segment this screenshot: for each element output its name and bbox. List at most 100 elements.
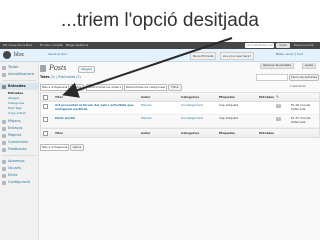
- table-footer: Títol Autor Categories Etiquetes Entrade…: [41, 128, 319, 137]
- search-posts-input[interactable]: [256, 74, 288, 81]
- post-author[interactable]: Mecxel: [141, 103, 151, 108]
- visit-site-link[interactable]: Veure el bloc: [48, 52, 67, 56]
- date-filter-value: Mostra totes les dates: [88, 85, 120, 89]
- new-post-menu[interactable]: Nova Entrada: [190, 52, 217, 60]
- links-icon: [2, 126, 6, 131]
- table-row: Hello world! Mecxel Uncategorized Cap et…: [41, 115, 319, 128]
- chevron-down-icon: ▾: [65, 146, 67, 149]
- sidebar-item-label: Entrades: [8, 84, 26, 88]
- pages-icon: [2, 133, 6, 138]
- sidebar-item-pages[interactable]: Pàgines: [0, 132, 38, 139]
- post-category[interactable]: Uncategorized: [181, 103, 203, 108]
- post-author[interactable]: Mecxel: [141, 116, 151, 121]
- help-tab[interactable]: Ajuda: [302, 63, 316, 69]
- column-entries[interactable]: Entrades: [259, 93, 274, 101]
- sidebar-item-feedbacks[interactable]: Feedbacks: [0, 146, 38, 153]
- posts-table: Títol Autor Categories Etiquetes Entrade…: [40, 92, 320, 138]
- column-tags: Etiquetes: [219, 95, 236, 99]
- sidebar-item-label: Configuració: [8, 180, 31, 184]
- admin-bar-item-my-blogs[interactable]: Els meus blocs: [3, 42, 25, 49]
- admin-search-input[interactable]: Cerca WordPress.com: [245, 43, 274, 48]
- sidebar-item-media[interactable]: Mitjans: [0, 118, 38, 125]
- site-name[interactable]: bloc: [14, 49, 24, 61]
- logout-link[interactable]: Surt: [297, 52, 303, 56]
- comment-bubble-icon: ✎: [276, 95, 279, 99]
- apply-button-bottom[interactable]: Aplica: [70, 144, 84, 151]
- users-icon: [2, 166, 6, 171]
- comment-count-badge[interactable]: 0: [276, 104, 281, 108]
- chevron-down-icon: ▾: [119, 86, 121, 89]
- post-category[interactable]: Uncategorized: [181, 116, 203, 121]
- admin-search-button[interactable]: Cerca: [276, 43, 290, 48]
- date-filter-select[interactable]: Mostra totes les dates ▾: [86, 84, 123, 91]
- wordpress-logo-icon: [3, 51, 11, 59]
- post-title-link[interactable]: Art presentat al fòrum del saló i activi…: [55, 103, 137, 111]
- sidebar-item-users[interactable]: Usuaris: [0, 165, 38, 172]
- status-filters: Totes (2) | Publicades (2): [40, 75, 81, 79]
- apply-button[interactable]: Aplica: [70, 84, 84, 91]
- column-entries-footer[interactable]: Entrades: [259, 129, 274, 137]
- post-tags: Cap etiqueta: [219, 103, 239, 107]
- column-title[interactable]: Títol: [55, 93, 63, 101]
- submenu-copy-post[interactable]: Copy a Post: [8, 111, 26, 116]
- page-title: Posts: [49, 63, 67, 72]
- table-row: Art presentat al fòrum del saló i activi…: [41, 102, 319, 115]
- column-author-footer: Autor: [141, 131, 151, 135]
- search-posts-button[interactable]: Cerca les entrades: [289, 74, 319, 81]
- admin-bar-item-blog[interactable]: Bloc: [26, 42, 32, 49]
- sidebar-item-label: Tauler: [8, 65, 19, 69]
- comments-icon: [2, 140, 6, 145]
- sidebar-item-label: Actualitzacions: [8, 72, 35, 76]
- bulk-actions-select[interactable]: Més a la Paperera ▾: [40, 84, 69, 91]
- tools-icon: [2, 173, 6, 178]
- filter-button[interactable]: Filtra: [168, 84, 182, 91]
- column-title-footer[interactable]: Títol: [55, 129, 63, 137]
- slide-caption: ...triem l'opció desitjada: [61, 10, 259, 31]
- category-filter-value: Mostra totes les categories: [126, 85, 164, 89]
- sidebar-item-links[interactable]: Enllaços: [0, 125, 38, 132]
- sidebar-item-tools[interactable]: Eines: [0, 172, 38, 179]
- wordpress-screen: Els meus blocs Bloc El meu compte Blogs …: [0, 42, 320, 240]
- post-status: Publicada: [291, 107, 306, 111]
- row-checkbox[interactable]: [43, 104, 48, 109]
- appearance-icon: [2, 159, 6, 164]
- select-all-checkbox-footer[interactable]: [43, 131, 48, 136]
- posts-icon: [2, 84, 6, 89]
- sidebar-item-label: Enllaços: [8, 126, 23, 130]
- sidebar-item-updates[interactable]: Actualitzacions: [0, 71, 38, 78]
- help-menu[interactable]: Are you new here?: [220, 52, 254, 60]
- column-categories: Categories: [181, 95, 200, 99]
- admin-bar-item-random[interactable]: Blogs aleatoris: [66, 42, 88, 49]
- admin-sidebar: Tauler Actualitzacions Entrades Entrades…: [0, 62, 39, 240]
- sidebar-item-dashboard[interactable]: Tauler: [0, 64, 38, 71]
- admin-bar-item-account[interactable]: El meu compte: [40, 42, 63, 49]
- screen-options-tab[interactable]: Opcions de pantalla: [260, 63, 294, 69]
- sidebar-item-settings[interactable]: Configuració: [0, 179, 38, 186]
- dashboard-icon: [2, 65, 6, 70]
- filter-all-count: (2): [50, 75, 56, 79]
- filter-published[interactable]: Publicades: [58, 75, 75, 79]
- sidebar-item-appearance[interactable]: Aparença: [0, 158, 38, 165]
- category-filter-select[interactable]: Mostra totes les categories ▾: [124, 84, 167, 91]
- posts-page-icon: [40, 65, 46, 72]
- bulk-actions-select-bottom[interactable]: Més a la Paperera ▾: [40, 144, 69, 151]
- comment-count-badge[interactable]: 1: [276, 117, 281, 121]
- table-header: Títol Autor Categories Etiquetes Entrade…: [41, 93, 319, 102]
- sidebar-item-comments[interactable]: Comentaris: [0, 139, 38, 146]
- sidebar-item-label: Pàgines: [8, 133, 22, 137]
- howdy-text: Hola, usuari | Surt: [276, 52, 304, 56]
- post-title-link[interactable]: Hello world!: [55, 116, 137, 121]
- sidebar-item-label: Aparença: [8, 159, 25, 163]
- admin-logout-link[interactable]: Desconnecta: [294, 42, 314, 49]
- row-checkbox[interactable]: [43, 117, 48, 122]
- sidebar-item-label: Usuaris: [8, 166, 21, 170]
- select-all-checkbox[interactable]: [43, 95, 48, 100]
- bulk-actions-value: Més a la Paperera: [42, 85, 67, 89]
- sidebar-item-posts[interactable]: Entrades: [0, 83, 38, 90]
- post-status: Publicada: [291, 120, 306, 124]
- add-new-button[interactable]: Afegeix: [78, 66, 96, 73]
- filter-all[interactable]: Totes: [40, 75, 50, 79]
- chevron-down-icon: ▾: [163, 86, 165, 89]
- column-tags-footer: Etiquetes: [219, 131, 236, 135]
- user-link[interactable]: usuari: [285, 52, 294, 56]
